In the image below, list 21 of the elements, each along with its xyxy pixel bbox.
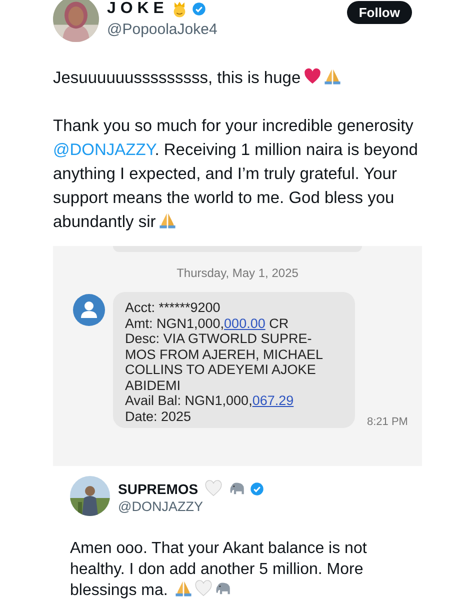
- reply-author-name: SUPREMOS: [118, 480, 198, 496]
- author-name: J O K E: [107, 0, 164, 18]
- follow-button[interactable]: Follow: [346, 1, 412, 24]
- mention-link[interactable]: @DONJAZZY: [53, 141, 155, 159]
- message-time: 8:21 PM: [367, 416, 408, 428]
- message-line: COLLINS TO ADEYEMI AJOKE: [125, 362, 317, 378]
- reply-text: blessings ma.: [70, 582, 168, 599]
- message-line: ABIDEMI: [125, 378, 182, 393]
- message-line: Date: 2025: [125, 408, 192, 424]
- message-line: Avail Bal: NGN1,000,067.29: [125, 393, 295, 408]
- message-date: Thursday, May 1, 2025: [176, 266, 300, 280]
- post-text: abundantly sir: [53, 213, 156, 231]
- number-link[interactable]: 067.29: [252, 393, 294, 408]
- message-line: Amt: NGN1,000,000.00 CR: [125, 316, 290, 331]
- message-line: MOS FROM AJEREH, MICHAEL: [125, 346, 324, 362]
- reply-author-handle: @DONJAZZY: [118, 499, 204, 514]
- number-link[interactable]: 000.00: [224, 316, 266, 330]
- message-line: Desc: VIA GTWORLD SUPRE-: [125, 331, 313, 346]
- author-handle: @PopoolaJoke4: [107, 21, 218, 38]
- post-text: Jesuuuuuusssssssss, this is huge: [53, 69, 301, 87]
- message-line: Acct: ******9200: [125, 300, 222, 316]
